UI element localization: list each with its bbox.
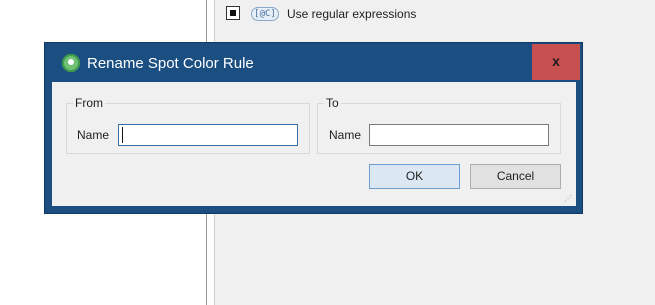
to-name-input[interactable]: [369, 124, 549, 146]
regex-checkbox-label[interactable]: Use regular expressions: [287, 7, 416, 21]
checkbox-checked-mark: [230, 10, 236, 16]
rename-spot-color-rule-dialog: Rename Spot Color Rule x From Name To Na…: [45, 43, 582, 213]
to-name-label: Name: [329, 128, 362, 142]
from-group-title: From: [73, 96, 105, 110]
text-cursor: [122, 127, 123, 143]
close-button[interactable]: x: [532, 44, 580, 80]
cancel-button[interactable]: Cancel: [470, 164, 561, 189]
from-name-input[interactable]: [118, 124, 298, 146]
to-group-title: To: [324, 96, 341, 110]
dialog-title: Rename Spot Color Rule: [87, 55, 254, 72]
app-logo-icon: [62, 54, 80, 72]
ok-button[interactable]: OK: [369, 164, 460, 189]
dialog-content: From Name To Name OK Cancel ⋰: [52, 82, 576, 206]
to-groupbox: To Name: [317, 96, 561, 154]
resize-grip-icon[interactable]: ⋰: [564, 194, 574, 204]
regex-checkbox[interactable]: [226, 6, 240, 20]
regex-icon: [@C]: [251, 7, 279, 21]
from-name-label: Name: [77, 128, 110, 142]
from-groupbox: From Name: [66, 96, 310, 154]
dialog-titlebar[interactable]: Rename Spot Color Rule x: [45, 43, 582, 81]
